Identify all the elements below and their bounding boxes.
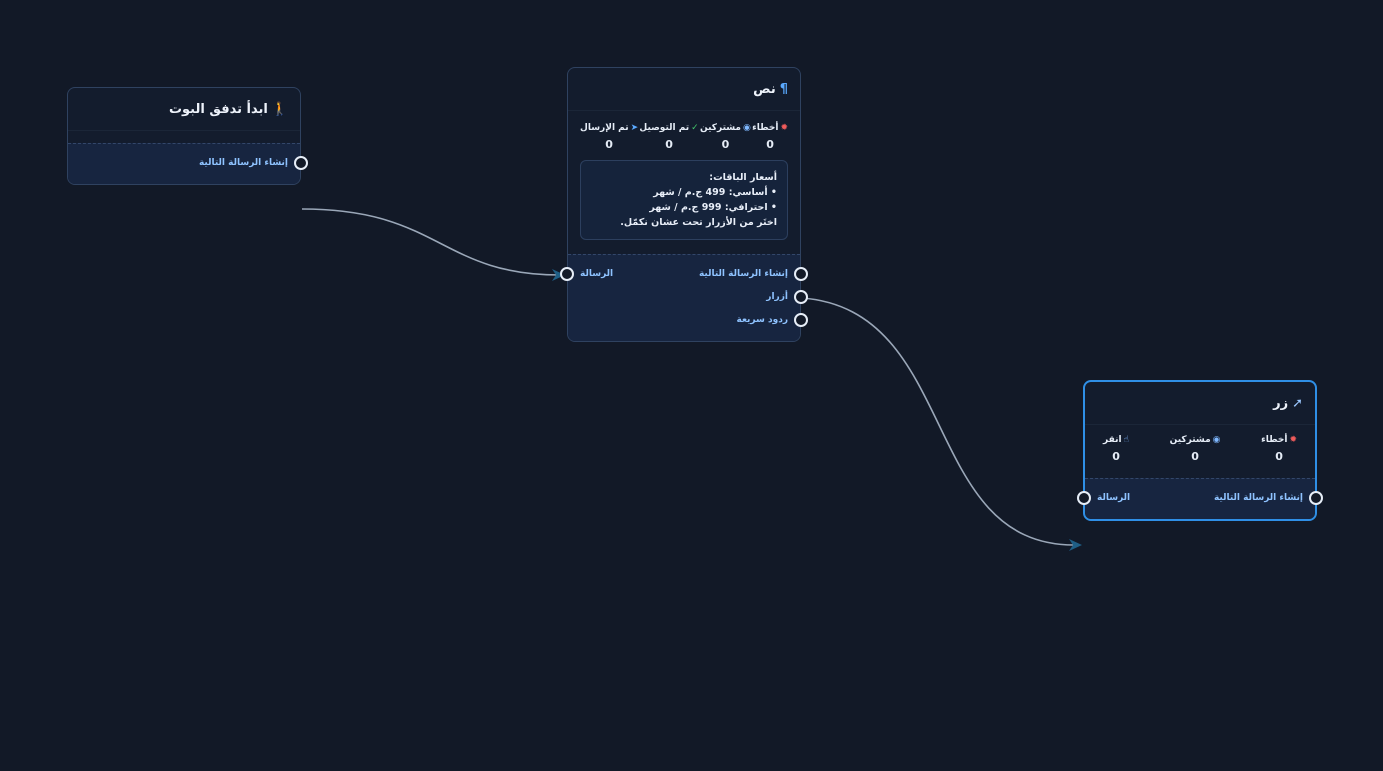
text-in-handle[interactable]: [560, 267, 574, 281]
stat-errors: ✹ أخطاء 0: [1261, 435, 1297, 463]
message-line: • احترافي: 999 ج.م / شهر: [649, 202, 777, 213]
message-in-port-label: الرسالة: [1097, 493, 1131, 503]
button-in-handle[interactable]: [1077, 491, 1091, 505]
stat-delivered-value: 0: [665, 138, 673, 151]
edge-buttons-to-button-node[interactable]: [801, 297, 1075, 546]
stat-clicks: ☝ انقر 0: [1103, 435, 1129, 463]
button-node-header: ➚ زر: [1085, 382, 1315, 425]
message-line: • أساسي: 499 ج.م / شهر: [653, 187, 777, 198]
stat-subscribers-value: 0: [1191, 450, 1199, 463]
message-in-port-label: الرسالة: [580, 269, 614, 279]
stat-clicks-label: انقر: [1103, 435, 1122, 445]
buttons-out-handle[interactable]: [794, 290, 808, 304]
stat-subscribers-value: 0: [721, 138, 730, 151]
text-node-ports: الرسالة إنشاء الرسالة التالية أزرار ردود…: [560, 254, 808, 341]
stat-subscribers-label: مشتركين: [699, 123, 741, 133]
edge-start-to-text[interactable]: [301, 208, 561, 276]
next-message-port-label: إنشاء الرسالة التالية: [698, 269, 788, 279]
next-message-out-handle[interactable]: [794, 267, 808, 281]
buttons-port-label: أزرار: [766, 292, 788, 302]
start-node-header: 🚶 ابدأ تدفق البوت: [68, 88, 300, 131]
bug-icon: ✹: [1289, 435, 1297, 445]
start-out-handle[interactable]: [294, 156, 308, 170]
stat-errors-value: 0: [766, 138, 774, 151]
check-circle-icon: ✓: [691, 123, 699, 133]
cursor-icon: ➚: [1292, 395, 1303, 411]
stat-delivered: ✓ تم التوصيل 0: [639, 123, 698, 151]
bug-icon: ✹: [780, 123, 788, 133]
stat-subscribers: ◉ مشتركين 0: [700, 123, 751, 151]
start-flow-node[interactable]: 🚶 ابدأ تدفق البوت إنشاء الرسالة التالية: [67, 87, 308, 185]
button-node-ports: الرسالة إنشاء الرسالة التالية: [1077, 478, 1323, 519]
user-circle-icon: ◉: [1212, 435, 1221, 445]
paragraph-icon: ¶: [779, 81, 788, 97]
next-message-port-label: إنشاء الرسالة التالية: [198, 158, 288, 168]
user-circle-icon: ◉: [743, 123, 751, 133]
stat-errors-label: أخطاء: [1261, 435, 1288, 445]
send-icon: ➤: [630, 123, 639, 133]
text-node-stats: ✹ أخطاء 0 ◉ مشتركين 0 ✓ تم التوصيل 0 ➤ ت…: [568, 123, 800, 151]
start-node-title: ابدأ تدفق البوت: [168, 101, 268, 117]
text-message-node[interactable]: ¶ نص ✹ أخطاء 0 ◉ مشتركين 0 ✓ تم التوصيل …: [560, 67, 808, 342]
next-message-port-label: إنشاء الرسالة التالية: [1213, 493, 1303, 503]
stat-sent-value: 0: [605, 138, 613, 151]
start-node-ports: إنشاء الرسالة التالية: [68, 143, 308, 184]
stat-subscribers-label: مشتركين: [1169, 435, 1211, 445]
click-hand-icon: ☝: [1123, 435, 1130, 445]
stat-errors: ✹ أخطاء 0: [752, 123, 788, 151]
walking-person-icon: 🚶: [271, 101, 288, 117]
button-node-title: زر: [1273, 395, 1289, 411]
stat-sent-label: تم الإرسال: [580, 123, 629, 133]
message-preview[interactable]: أسعار الباقات: • أساسي: 499 ج.م / شهر • …: [580, 160, 788, 240]
button-node[interactable]: ➚ زر ✹ أخطاء 0 ◉ مشتركين 0 ☝ انقر 0 الرس…: [1077, 380, 1323, 521]
stat-sent: ➤ تم الإرسال 0: [580, 123, 638, 151]
edge-arrow-icon: [1069, 539, 1082, 551]
button-node-stats: ✹ أخطاء 0 ◉ مشتركين 0 ☝ انقر 0: [1085, 435, 1315, 463]
text-node-header: ¶ نص: [568, 68, 800, 111]
flow-canvas[interactable]: 🚶 ابدأ تدفق البوت إنشاء الرسالة التالية …: [0, 0, 1383, 771]
stat-subscribers: ◉ مشتركين 0: [1170, 435, 1221, 463]
stat-errors-label: أخطاء: [752, 123, 779, 133]
button-out-handle[interactable]: [1309, 491, 1323, 505]
stat-clicks-value: 0: [1112, 450, 1120, 463]
quick-replies-out-handle[interactable]: [794, 313, 808, 327]
stat-errors-value: 0: [1275, 450, 1283, 463]
message-line: أسعار الباقات:: [709, 172, 777, 183]
stat-delivered-label: تم التوصيل: [639, 123, 690, 133]
message-line: اختَر من الأزرار تحت عشان نكمّل.: [620, 217, 777, 228]
quick-replies-port-label: ردود سريعة: [736, 315, 788, 325]
text-node-title: نص: [753, 81, 776, 97]
